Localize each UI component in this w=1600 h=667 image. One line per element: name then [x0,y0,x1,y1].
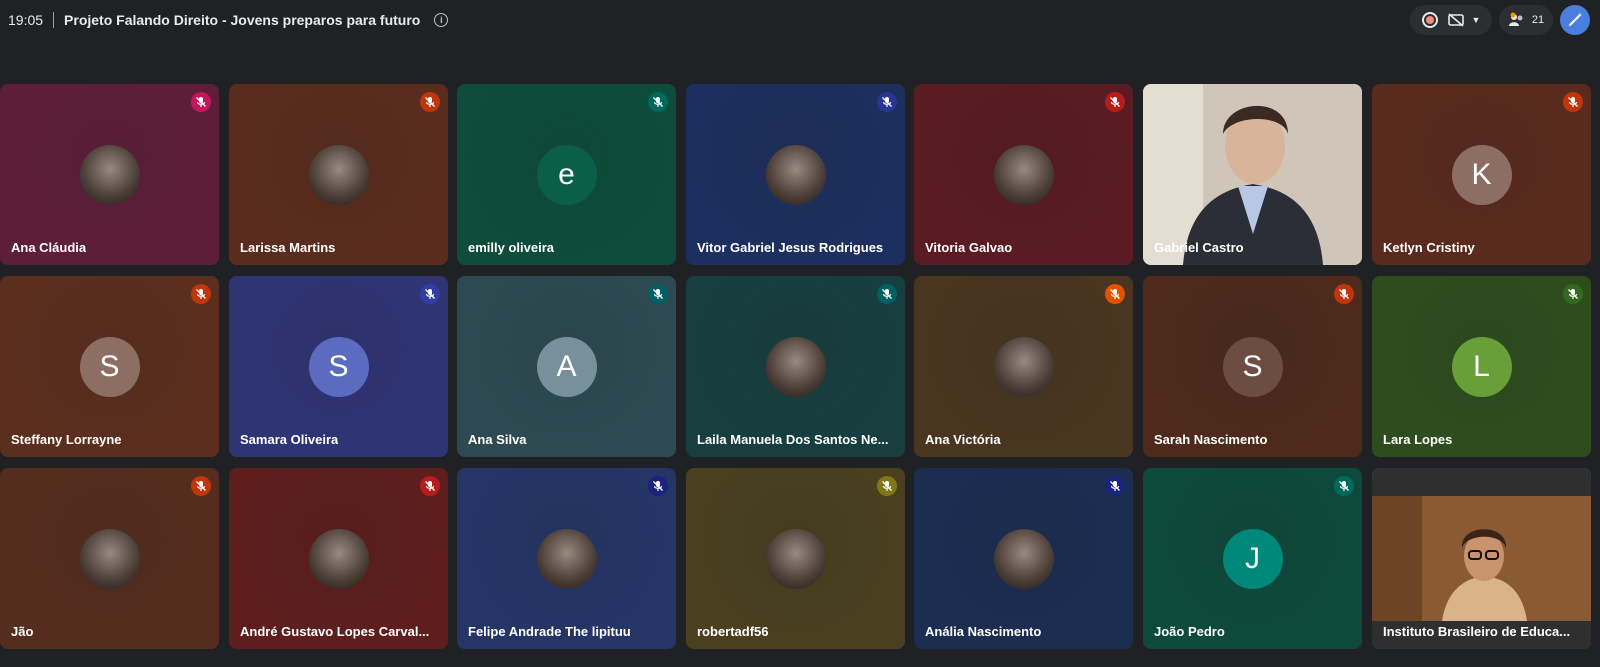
mic-off-icon [648,476,668,496]
top-bar: 19:05 Projeto Falando Direito - Jovens p… [0,0,1600,40]
participant-name: João Pedro [1154,624,1225,639]
participant-tile[interactable]: Felipe Andrade The lipituu [457,468,676,649]
captions-off-icon [1447,13,1464,27]
participant-name: Anália Nascimento [925,624,1042,639]
participant-video [1372,468,1591,649]
avatar: S [79,337,140,397]
avatar [765,337,826,397]
avatar [308,145,369,205]
mic-off-icon [1334,284,1354,304]
mic-off-icon [1563,92,1583,112]
mic-off-icon [420,92,440,112]
divider [53,12,55,28]
info-icon[interactable]: i [434,13,449,27]
avatar: S [1222,337,1283,397]
participant-tile[interactable]: André Gustavo Lopes Carval... [229,468,448,649]
avatar [765,145,826,205]
participant-count: 21 [1531,14,1545,26]
avatar [993,529,1054,589]
mic-off-icon [191,476,211,496]
mic-off-icon [191,284,211,304]
avatar: S [308,337,369,397]
participant-name: Ana Victória [925,432,1001,447]
participant-name: Laila Manuela Dos Santos Ne... [697,432,889,447]
avatar [536,529,597,589]
mic-off-icon [1563,284,1583,304]
participant-name: robertadf56 [697,624,769,639]
meeting-title: Projeto Falando Direito - Jovens preparo… [64,12,421,28]
avatar: J [1222,529,1283,589]
participant-tile[interactable]: Larissa Martins [229,84,448,265]
avatar: e [536,145,597,205]
participant-tile[interactable]: S Steffany Lorrayne [0,276,219,457]
mic-off-icon [877,476,897,496]
mic-off-icon [877,284,897,304]
avatar [79,529,140,589]
participants-button[interactable]: 21 [1499,5,1553,35]
mic-off-icon [1105,476,1125,496]
participant-tile[interactable]: Ana Victória [914,276,1133,457]
mic-off-icon [420,284,440,304]
people-icon [1508,12,1523,26]
avatar [993,337,1054,397]
avatar [308,529,369,589]
meeting-time: 19:05 [8,12,44,28]
participant-tile[interactable]: robertadf56 [686,468,905,649]
participant-tile[interactable]: J João Pedro [1143,468,1362,649]
participant-name: André Gustavo Lopes Carval... [240,624,430,639]
participant-name: Larissa Martins [240,240,336,255]
avatar [993,145,1054,205]
avatar: K [1451,145,1512,205]
participant-tile[interactable]: Jão [0,468,219,649]
participant-name: Instituto Brasileiro de Educa... [1383,624,1571,639]
avatar [79,145,140,205]
ai-assistant-button[interactable] [1560,5,1590,35]
participant-tile[interactable]: Vitoria Galvao [914,84,1133,265]
participant-name: emilly oliveira [468,240,554,255]
avatar [765,529,826,589]
participant-tile[interactable]: Laila Manuela Dos Santos Ne... [686,276,905,457]
participant-name: Gabriel Castro [1154,240,1244,255]
participant-tile[interactable]: A Ana Silva [457,276,676,457]
participant-tile[interactable]: S Sarah Nascimento [1143,276,1362,457]
participant-name: Felipe Andrade The lipituu [468,624,631,639]
mic-off-icon [648,284,668,304]
participant-tile[interactable]: Vitor Gabriel Jesus Rodrigues [686,84,905,265]
participant-tile[interactable]: L Lara Lopes [1372,276,1591,457]
participant-tile[interactable]: e emilly oliveira [457,84,676,265]
participant-tile[interactable]: S Samara Oliveira [229,276,448,457]
participant-name: Sarah Nascimento [1154,432,1268,447]
participant-tile[interactable]: Ana Cláudia [0,84,219,265]
participant-name: Lara Lopes [1383,432,1453,447]
mic-off-icon [1105,92,1125,112]
mic-off-icon [877,92,897,112]
participant-tile[interactable]: Instituto Brasileiro de Educa... [1372,468,1591,649]
mic-off-icon [420,476,440,496]
participant-name: Steffany Lorrayne [11,432,122,447]
participant-tile[interactable]: Anália Nascimento [914,468,1133,649]
avatar: L [1451,337,1512,397]
participant-name: Vitoria Galvao [925,240,1013,255]
participant-name: Ketlyn Cristiny [1383,240,1475,255]
participant-video [1143,84,1362,265]
mic-off-icon [1105,284,1125,304]
participant-name: Ana Silva [468,432,527,447]
recording-controls[interactable]: ▼ [1410,5,1492,35]
participant-tile[interactable]: Gabriel Castro [1143,84,1362,265]
participant-tile[interactable]: K Ketlyn Cristiny [1372,84,1591,265]
participant-name: Ana Cláudia [11,240,87,255]
sparkle-pen-icon [1569,13,1582,26]
mic-off-icon [191,92,211,112]
mic-off-icon [648,92,668,112]
participant-name: Jão [11,624,34,639]
participant-name: Samara Oliveira [240,432,339,447]
participant-name: Vitor Gabriel Jesus Rodrigues [697,240,884,255]
recording-icon [1421,12,1438,28]
chevron-down-icon: ▼ [1471,15,1481,25]
avatar: A [536,337,597,397]
mic-off-icon [1334,476,1354,496]
